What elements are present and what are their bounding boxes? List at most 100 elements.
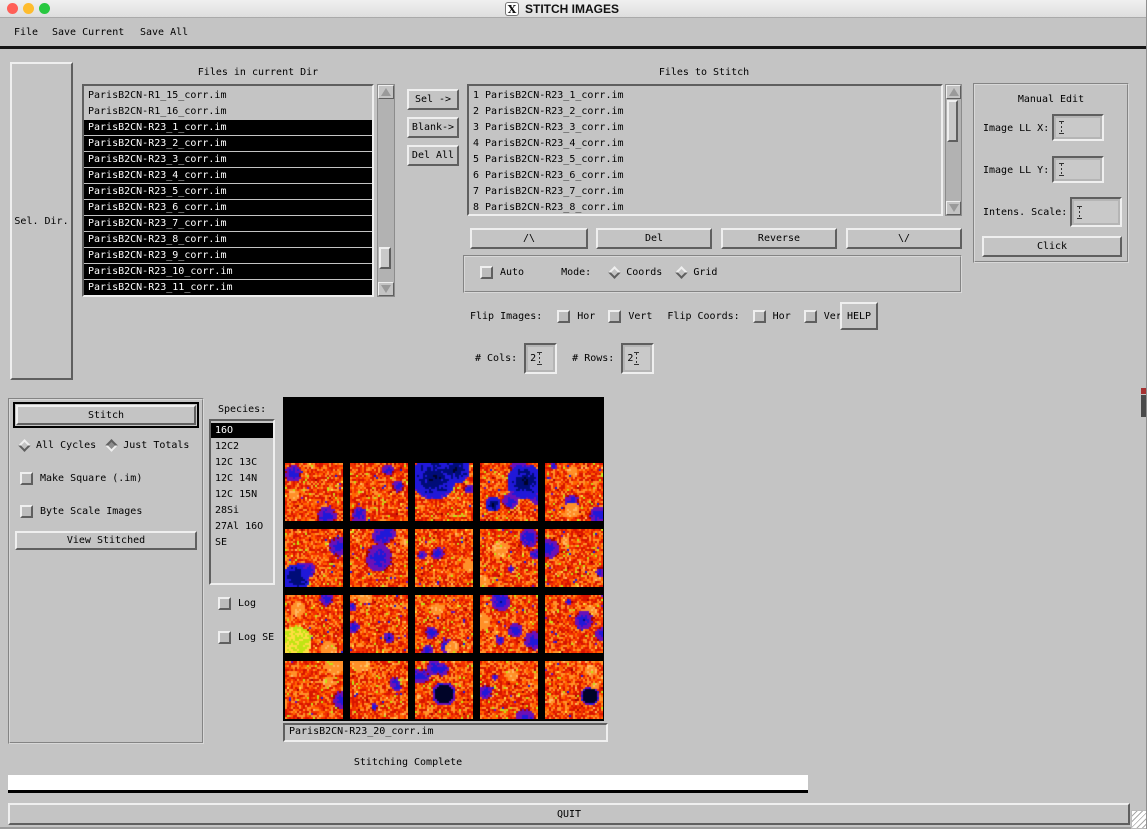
stitched-tile [545, 529, 603, 587]
log-se-checkbox[interactable] [218, 631, 231, 644]
files-to-stitch-label: Files to Stitch [467, 67, 941, 78]
file-item[interactable]: ParisB2CN-R23_3_corr.im [84, 152, 372, 167]
image-ll-y-field[interactable] [1052, 156, 1104, 183]
preview-filename-field[interactable]: ParisB2CN-R23_20_corr.im [283, 723, 608, 742]
intens-scale-field[interactable] [1070, 197, 1122, 227]
delete-file-button[interactable]: Del [596, 228, 712, 249]
flip-coords-vert-checkbox[interactable] [804, 310, 817, 323]
file-item[interactable]: ParisB2CN-R23_5_corr.im [84, 184, 372, 199]
stitch-file-item[interactable]: 3 ParisB2CN-R23_3_corr.im [469, 120, 941, 135]
num-rows-field[interactable]: 2 [621, 343, 654, 374]
file-item[interactable]: ParisB2CN-R23_2_corr.im [84, 136, 372, 151]
scroll-down-icon[interactable] [378, 282, 394, 296]
scroll-up-icon[interactable] [378, 85, 394, 99]
stitch-button[interactable]: Stitch [16, 405, 196, 425]
stitch-file-item[interactable]: 7 ParisB2CN-R23_7_corr.im [469, 184, 941, 199]
file-item[interactable]: ParisB2CN-R1_16_corr.im [84, 104, 372, 119]
menu-save-all[interactable]: Save All [140, 26, 188, 40]
blank-transfer-label: Blank-> [412, 122, 454, 133]
window-title: STITCH IMAGES [525, 2, 619, 16]
species-item[interactable]: SE [211, 535, 273, 550]
file-item[interactable]: ParisB2CN-R23_9_corr.im [84, 248, 372, 263]
delete-file-label: Del [645, 233, 663, 244]
quit-label: QUIT [557, 809, 581, 820]
mode-label: Mode: [561, 267, 591, 278]
help-button[interactable]: HELP [840, 302, 878, 330]
species-item[interactable]: 12C 13C [211, 455, 273, 470]
actions-frame: Stitch All Cycles Just Totals Make Squar… [8, 398, 204, 744]
file-item[interactable]: ParisB2CN-R23_8_corr.im [84, 232, 372, 247]
image-ll-x-field[interactable] [1052, 114, 1104, 141]
species-item[interactable]: 27Al 16O [211, 519, 273, 534]
reverse-button[interactable]: Reverse [721, 228, 837, 249]
click-button[interactable]: Click [982, 236, 1122, 257]
all-cycles-radio[interactable] [18, 439, 31, 452]
species-item[interactable]: 28Si [211, 503, 273, 518]
stitched-tile [350, 661, 408, 719]
stitch-label: Stitch [88, 410, 124, 421]
file-item[interactable]: ParisB2CN-R23_7_corr.im [84, 216, 372, 231]
text-caret [536, 352, 543, 365]
menu-save-current[interactable]: Save Current [52, 26, 124, 40]
file-item[interactable]: ParisB2CN-R23_10_corr.im [84, 264, 372, 279]
move-up-button[interactable]: /\ [470, 228, 588, 249]
flip-coords-hor-checkbox[interactable] [753, 310, 766, 323]
files-in-dir-scrollbar[interactable] [377, 84, 395, 297]
scrollbar-thumb[interactable] [947, 100, 958, 142]
species-list[interactable]: 16O12C212C 13C12C 14N12C 15N28Si27Al 16O… [209, 419, 275, 585]
move-down-button[interactable]: \/ [846, 228, 962, 249]
species-item[interactable]: 12C2 [211, 439, 273, 454]
del-all-button[interactable]: Del All [407, 145, 459, 166]
scroll-down-icon[interactable] [946, 201, 961, 215]
blank-transfer-button[interactable]: Blank-> [407, 117, 459, 138]
scroll-up-icon[interactable] [946, 85, 961, 99]
minimize-window-icon[interactable] [23, 3, 34, 14]
file-item[interactable]: ParisB2CN-R1_15_corr.im [84, 88, 372, 103]
byte-scale-checkbox[interactable] [20, 505, 33, 518]
species-item[interactable]: 16O [211, 423, 273, 438]
zoom-window-icon[interactable] [39, 3, 50, 14]
command-input[interactable] [8, 775, 808, 793]
species-label: Species: [218, 404, 266, 415]
menu-file[interactable]: File [14, 26, 38, 40]
species-item[interactable]: 12C 15N [211, 487, 273, 502]
make-square-checkbox[interactable] [20, 472, 33, 485]
scrollbar-thumb[interactable] [379, 247, 391, 269]
stitch-images-window: X STITCH IMAGES File Save Current Save A… [0, 0, 1147, 829]
files-to-stitch-scrollbar[interactable] [945, 84, 962, 216]
sel-transfer-button[interactable]: Sel -> [407, 89, 459, 110]
file-item[interactable]: ParisB2CN-R23_4_corr.im [84, 168, 372, 183]
stitch-file-item[interactable]: 4 ParisB2CN-R23_4_corr.im [469, 136, 941, 151]
stitch-file-item[interactable]: 2 ParisB2CN-R23_2_corr.im [469, 104, 941, 119]
x11-app-icon: X [505, 2, 519, 16]
stitch-file-item[interactable]: 8 ParisB2CN-R23_8_corr.im [469, 200, 941, 215]
grid-radio[interactable] [675, 266, 688, 279]
resize-grip-icon[interactable] [1131, 810, 1147, 829]
status-text: Stitching Complete [283, 757, 533, 768]
files-in-dir-list[interactable]: ParisB2CN-R1_15_corr.imParisB2CN-R1_16_c… [82, 84, 374, 297]
quit-button[interactable]: QUIT [8, 803, 1130, 825]
stitched-preview-canvas[interactable] [283, 397, 604, 721]
image-ll-x-label: Image LL X: [983, 123, 1049, 134]
file-item[interactable]: ParisB2CN-R23_11_corr.im [84, 280, 372, 295]
file-item[interactable]: ParisB2CN-R23_1_corr.im [84, 120, 372, 135]
log-checkbox[interactable] [218, 597, 231, 610]
just-totals-radio[interactable] [105, 439, 118, 452]
num-cols-field[interactable]: 2 [524, 343, 557, 374]
select-directory-button[interactable]: Sel. Dir. [10, 62, 73, 380]
preview-filename: ParisB2CN-R23_20_corr.im [289, 726, 434, 737]
close-window-icon[interactable] [7, 3, 18, 14]
stitch-file-item[interactable]: 6 ParisB2CN-R23_6_corr.im [469, 168, 941, 183]
files-to-stitch-list[interactable]: 1 ParisB2CN-R23_1_corr.im2 ParisB2CN-R23… [467, 84, 943, 216]
species-item[interactable]: 12C 14N [211, 471, 273, 486]
stitch-file-item[interactable]: 1 ParisB2CN-R23_1_corr.im [469, 88, 941, 103]
coords-radio[interactable] [608, 266, 621, 279]
file-item[interactable]: ParisB2CN-R23_6_corr.im [84, 200, 372, 215]
view-stitched-button[interactable]: View Stitched [15, 531, 197, 550]
manual-edit-title: Manual Edit [975, 94, 1127, 105]
flip-images-vert-checkbox[interactable] [608, 310, 621, 323]
stitch-file-item[interactable]: 5 ParisB2CN-R23_5_corr.im [469, 152, 941, 167]
auto-checkbox[interactable] [480, 266, 493, 279]
background-window-sliver [1141, 388, 1147, 394]
flip-images-hor-checkbox[interactable] [557, 310, 570, 323]
